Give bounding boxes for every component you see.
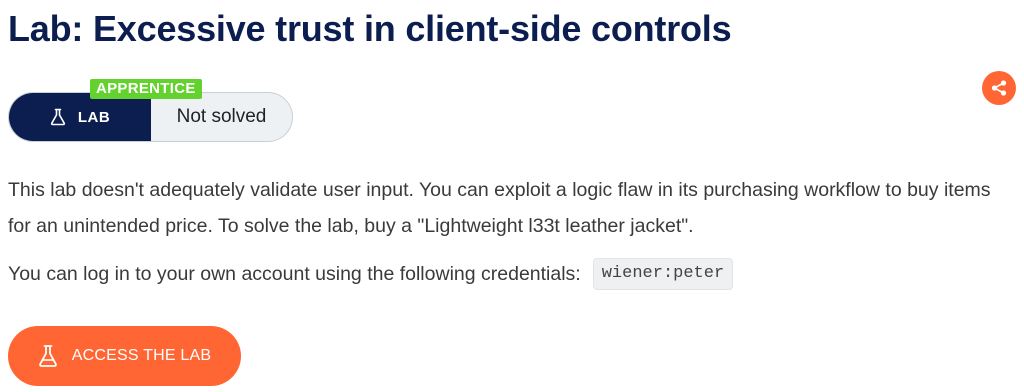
lab-label-text: LAB	[77, 108, 111, 126]
share-icon	[991, 80, 1007, 96]
page-title: Lab: Excessive trust in client-side cont…	[8, 8, 732, 49]
lab-description: This lab doesn't adequately validate use…	[8, 179, 991, 237]
lab-status-badge: LAB Not solved	[8, 92, 293, 142]
credentials-line: You can log in to your own account using…	[8, 258, 734, 290]
lab-type-label: LAB	[9, 93, 151, 141]
flask-icon	[38, 345, 57, 367]
credentials-text: You can log in to your own account using…	[8, 263, 581, 285]
difficulty-level-badge: APPRENTICE	[90, 79, 202, 99]
access-lab-label: ACCESS THE LAB	[71, 347, 212, 364]
flask-icon	[50, 108, 65, 126]
credentials-code: wiener:peter	[592, 258, 734, 290]
access-lab-button[interactable]: ACCESS THE LAB	[8, 326, 241, 386]
lab-page: Lab: Excessive trust in client-side cont…	[0, 0, 1024, 392]
share-button[interactable]	[982, 71, 1016, 105]
solved-status: Not solved	[176, 106, 267, 127]
